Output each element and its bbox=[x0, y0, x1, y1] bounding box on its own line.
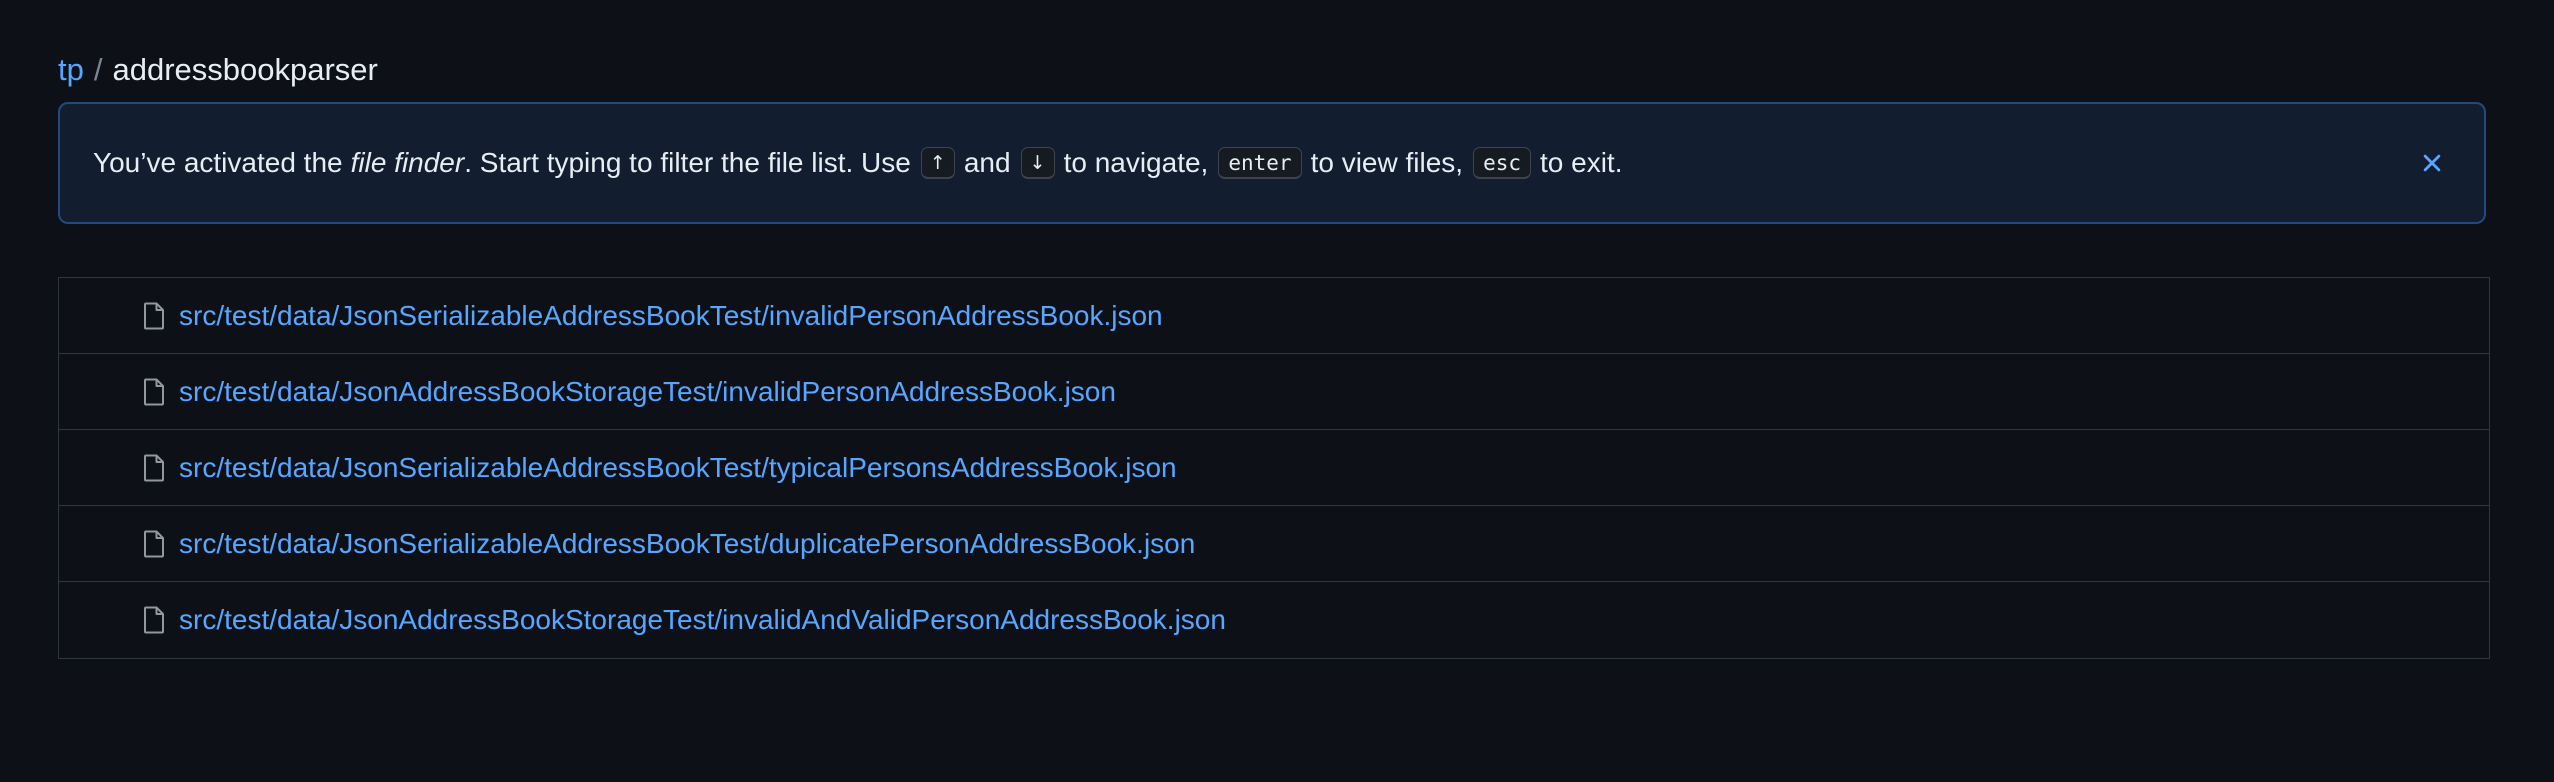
key-enter: enter bbox=[1218, 147, 1302, 179]
file-icon bbox=[143, 606, 165, 634]
file-row[interactable]: src/test/data/JsonSerializableAddressBoo… bbox=[59, 278, 2489, 354]
file-link[interactable]: src/test/data/JsonAddressBookStorageTest… bbox=[179, 376, 1116, 408]
flash-text-instructions: . Start typing to filter the file list. … bbox=[464, 147, 911, 178]
flash-text-exit: to exit. bbox=[1540, 147, 1623, 178]
file-list: src/test/data/JsonSerializableAddressBoo… bbox=[58, 277, 2490, 659]
flash-text-view: to view files, bbox=[1310, 147, 1464, 178]
file-icon bbox=[143, 302, 165, 330]
breadcrumb-separator: / bbox=[93, 52, 103, 87]
file-row[interactable]: src/test/data/JsonAddressBookStorageTest… bbox=[59, 354, 2489, 430]
repo-name[interactable]: addressbookparser bbox=[112, 52, 377, 87]
close-icon bbox=[2423, 154, 2441, 172]
key-up-icon: ↑ bbox=[920, 147, 955, 179]
file-finder-flash-banner: You’ve activated the file finder. Start t… bbox=[58, 102, 2486, 224]
file-icon bbox=[143, 378, 165, 406]
flash-message: You’ve activated the file finder. Start t… bbox=[93, 147, 1622, 179]
flash-text-file-finder: file finder bbox=[350, 147, 465, 178]
file-link[interactable]: src/test/data/JsonSerializableAddressBoo… bbox=[179, 300, 1163, 332]
file-row[interactable]: src/test/data/JsonSerializableAddressBoo… bbox=[59, 430, 2489, 506]
file-link[interactable]: src/test/data/JsonAddressBookStorageTest… bbox=[179, 604, 1226, 636]
key-down-icon: ↓ bbox=[1020, 147, 1055, 179]
file-row[interactable]: src/test/data/JsonAddressBookStorageTest… bbox=[59, 582, 2489, 658]
file-link[interactable]: src/test/data/JsonSerializableAddressBoo… bbox=[179, 452, 1177, 484]
close-button[interactable] bbox=[2412, 143, 2452, 183]
key-esc: esc bbox=[1473, 147, 1531, 179]
flash-text-intro: You’ve activated the bbox=[93, 147, 343, 178]
file-link[interactable]: src/test/data/JsonSerializableAddressBoo… bbox=[179, 528, 1195, 560]
file-icon bbox=[143, 530, 165, 558]
file-icon bbox=[143, 454, 165, 482]
flash-text-and: and bbox=[963, 147, 1011, 178]
file-row[interactable]: src/test/data/JsonSerializableAddressBoo… bbox=[59, 506, 2489, 582]
repo-owner-link[interactable]: tp bbox=[58, 52, 84, 87]
breadcrumb: tp / addressbookparser bbox=[58, 50, 378, 90]
flash-text-navigate: to navigate, bbox=[1063, 147, 1209, 178]
